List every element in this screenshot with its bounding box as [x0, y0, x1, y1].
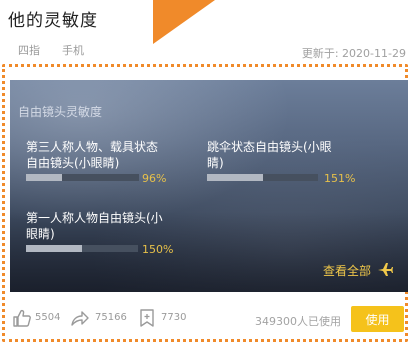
- setting-value-parachute: 151%: [324, 172, 356, 185]
- setting-bar-first-person: [26, 245, 138, 252]
- use-button[interactable]: 使用: [351, 306, 404, 332]
- setting-label-line: 眼睛): [26, 227, 55, 241]
- setting-label-line: 睛): [207, 156, 224, 170]
- orange-arrow-indicator: [153, 0, 215, 44]
- share-arrow-icon[interactable]: [70, 308, 90, 328]
- setting-bar-parachute: [207, 174, 318, 181]
- setting-label-line: 跳伞状态自由镜头(小眼: [207, 140, 332, 154]
- setting-label-third-person: 第三人称人物、载具状态 自由镜头(小眼睛): [26, 139, 158, 171]
- setting-value-third-person: 96%: [142, 172, 167, 185]
- bookmark-icon[interactable]: [137, 308, 157, 328]
- view-all-link[interactable]: 查看全部: [323, 262, 371, 279]
- save-count: 7730: [161, 312, 187, 323]
- setting-bar-third-person: [26, 174, 139, 181]
- tag-phone: 手机: [62, 44, 84, 57]
- page-title: 他的灵敏度: [8, 11, 98, 31]
- setting-bar-fill: [26, 245, 82, 252]
- share-count: 75166: [95, 312, 127, 323]
- setting-value-first-person: 150%: [142, 243, 174, 256]
- setting-label-parachute: 跳伞状态自由镜头(小眼 睛): [207, 139, 332, 171]
- tag-four-finger: 四指: [18, 44, 40, 57]
- setting-label-line: 第三人称人物、载具状态: [26, 140, 159, 154]
- thumb-up-icon[interactable]: [12, 308, 32, 328]
- setting-label-line: 自由镜头(小眼睛): [26, 156, 120, 170]
- card-heading: 自由镜头灵敏度: [18, 105, 103, 119]
- airplane-icon[interactable]: [377, 261, 393, 277]
- like-count: 5504: [35, 312, 61, 323]
- users-count: 349300人已使用: [255, 315, 341, 328]
- setting-bar-fill: [26, 174, 63, 181]
- setting-bar-fill: [207, 174, 263, 181]
- updated-date: 更新于: 2020-11-29: [301, 47, 406, 60]
- setting-label-line: 第一人称人物自由镜头(小: [26, 211, 163, 225]
- setting-label-first-person: 第一人称人物自由镜头(小 眼睛): [26, 210, 163, 242]
